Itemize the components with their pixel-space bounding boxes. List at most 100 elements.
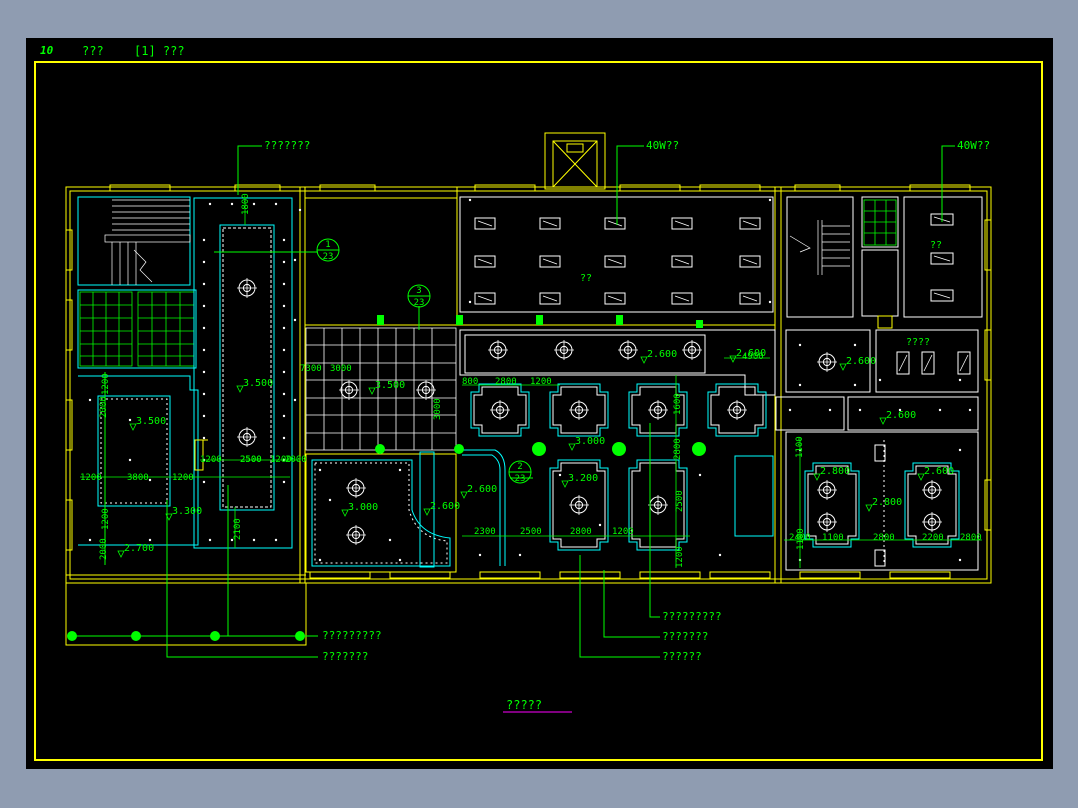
elevation-label: 3.500 [136, 416, 166, 427]
elevation-mark: 2.700 [117, 543, 154, 558]
dimension-label: 1600 [673, 393, 683, 415]
elevation-label: 2.700 [124, 543, 154, 554]
callout-bottom-4: ??????? [662, 630, 708, 643]
elevation-label: 3.500 [243, 378, 273, 389]
section-3-number: 3 [416, 286, 421, 296]
fluorescent-fixture [539, 255, 561, 268]
dimension-label: 1200 [172, 473, 194, 483]
ceiling-plan-drawing: 1 23 3 23 2 23 ??????? 40W?? 40W?? ?? ??… [34, 61, 1043, 761]
elevation-mark: 2.600 [917, 466, 954, 481]
downlight-dot [598, 523, 602, 527]
dimension-label: 2200 [922, 533, 944, 543]
downlight-dot [202, 282, 206, 286]
downlight-dot [230, 202, 234, 206]
dimension-label: 1200 [612, 527, 634, 537]
section-2-number: 2 [517, 462, 522, 472]
dimension-label: 1200 [80, 473, 102, 483]
downlight-dot [298, 208, 302, 212]
downlight-dot [938, 408, 942, 412]
callout-bottom-1: ????????? [322, 629, 382, 642]
green-markers [67, 315, 706, 641]
downlight-dot [958, 558, 962, 562]
fluorescent-fixture [474, 292, 496, 305]
fluorescent-fixture [739, 255, 761, 268]
elevation-mark: 3.500 [368, 380, 405, 395]
fluorescent-fixture [930, 252, 954, 265]
fluorescent-fixture [539, 292, 561, 305]
callout-small-room: ???? [906, 337, 930, 348]
elevation-label: 2.800 [872, 497, 902, 508]
downlight-dot [328, 498, 332, 502]
downlight-dot [282, 304, 286, 308]
downlight-dot [282, 260, 286, 264]
fluorescent-fixture [474, 217, 496, 230]
fluorescent-fixture [474, 255, 496, 268]
dimension-label: 800 [462, 377, 478, 387]
elevation-label: 2.600 [886, 410, 916, 421]
callout-top-middle: 40W?? [646, 139, 679, 152]
fluorescent-fixture [739, 292, 761, 305]
fluorescent-fixture [930, 289, 954, 302]
downlight-dot [398, 468, 402, 472]
dimension-label: 1200 [675, 546, 685, 568]
light-fixtures [237, 213, 971, 551]
section-3-sheet: 23 [414, 298, 425, 308]
fluorescent-fixture [921, 351, 935, 375]
downlight-fixture [618, 340, 638, 360]
dimension-label: 1100 [795, 436, 805, 458]
elevation-mark: 2.600 [423, 501, 460, 516]
downlight-fixture [817, 352, 837, 372]
dimension-label: 1100 [822, 533, 844, 543]
elevation-label: 2.600 [647, 349, 677, 360]
fluorescent-fixture [604, 255, 626, 268]
elevation-label: 2.600 [467, 484, 497, 495]
drawing-title: ????? [506, 698, 542, 712]
downlight-fixture [237, 278, 257, 298]
downlight-dot [518, 553, 522, 557]
downlight-dot [282, 414, 286, 418]
dimension-label: 2800 [495, 377, 517, 387]
downlight-dot [282, 480, 286, 484]
downlight-dot [252, 538, 256, 542]
elevation-label: 2.800 [820, 466, 850, 477]
elevation-mark: 2.600 [460, 484, 497, 499]
downlight-dot [274, 202, 278, 206]
downlight-fixture [346, 478, 366, 498]
downlight-dot [478, 553, 482, 557]
callout-bottom-5: ?????? [662, 650, 702, 663]
dimension-label: 2000 [99, 538, 109, 560]
elevation-label: 3.000 [575, 436, 605, 447]
callout-right-panel: ?? [930, 240, 942, 251]
downlight-dot [468, 198, 472, 202]
dimension-label: 4900 [742, 352, 764, 362]
fluorescent-fixture [739, 217, 761, 230]
downlight-dot [274, 538, 278, 542]
dimension-label: 2500 [240, 455, 262, 465]
downlight-dot [853, 343, 857, 347]
downlight-dot [558, 473, 562, 477]
downlight-fixture [569, 495, 589, 515]
downlight-dot [282, 238, 286, 242]
downlight-dot [128, 418, 132, 422]
downlight-dot [968, 408, 972, 412]
downlight-dot [148, 478, 152, 482]
downlight-fixture [416, 380, 436, 400]
section-marker-3: 3 23 [414, 286, 425, 308]
downlight-fixture [648, 495, 668, 515]
fluorescent-fixture [604, 292, 626, 305]
dimension-label: 2800 [570, 527, 592, 537]
dimension-label: 2500 [675, 490, 685, 512]
downlight-fixture [237, 427, 257, 447]
downlight-fixture [817, 480, 837, 500]
dimension-label: 2300 [474, 527, 496, 537]
downlight-dot [318, 558, 322, 562]
dimension-label: 1200 [530, 377, 552, 387]
downlight-fixture [569, 400, 589, 420]
downlight-dot [388, 538, 392, 542]
section-1-number: 1 [325, 240, 330, 250]
dimension-label: 1200 [101, 373, 111, 395]
fluorescent-fixture [896, 351, 910, 375]
dimension-label: 7300 [300, 364, 322, 374]
dimension-label: 3800 [127, 473, 149, 483]
elevation-label: 2.600 [846, 356, 876, 367]
